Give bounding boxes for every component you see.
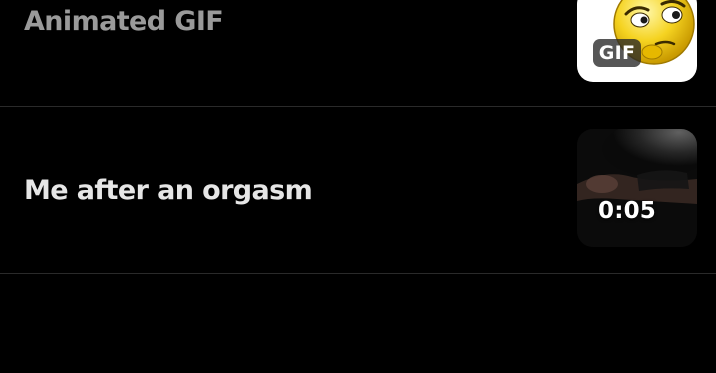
video-thumbnail-image — [577, 129, 697, 247]
media-feed: Animated GIF GIF Me after an orgasm 0:05 — [0, 0, 716, 373]
gif-badge: GIF — [593, 39, 641, 67]
item-title: Me after an orgasm — [24, 175, 313, 206]
item-title: Animated GIF — [24, 6, 224, 37]
video-duration: 0:05 — [597, 198, 656, 224]
